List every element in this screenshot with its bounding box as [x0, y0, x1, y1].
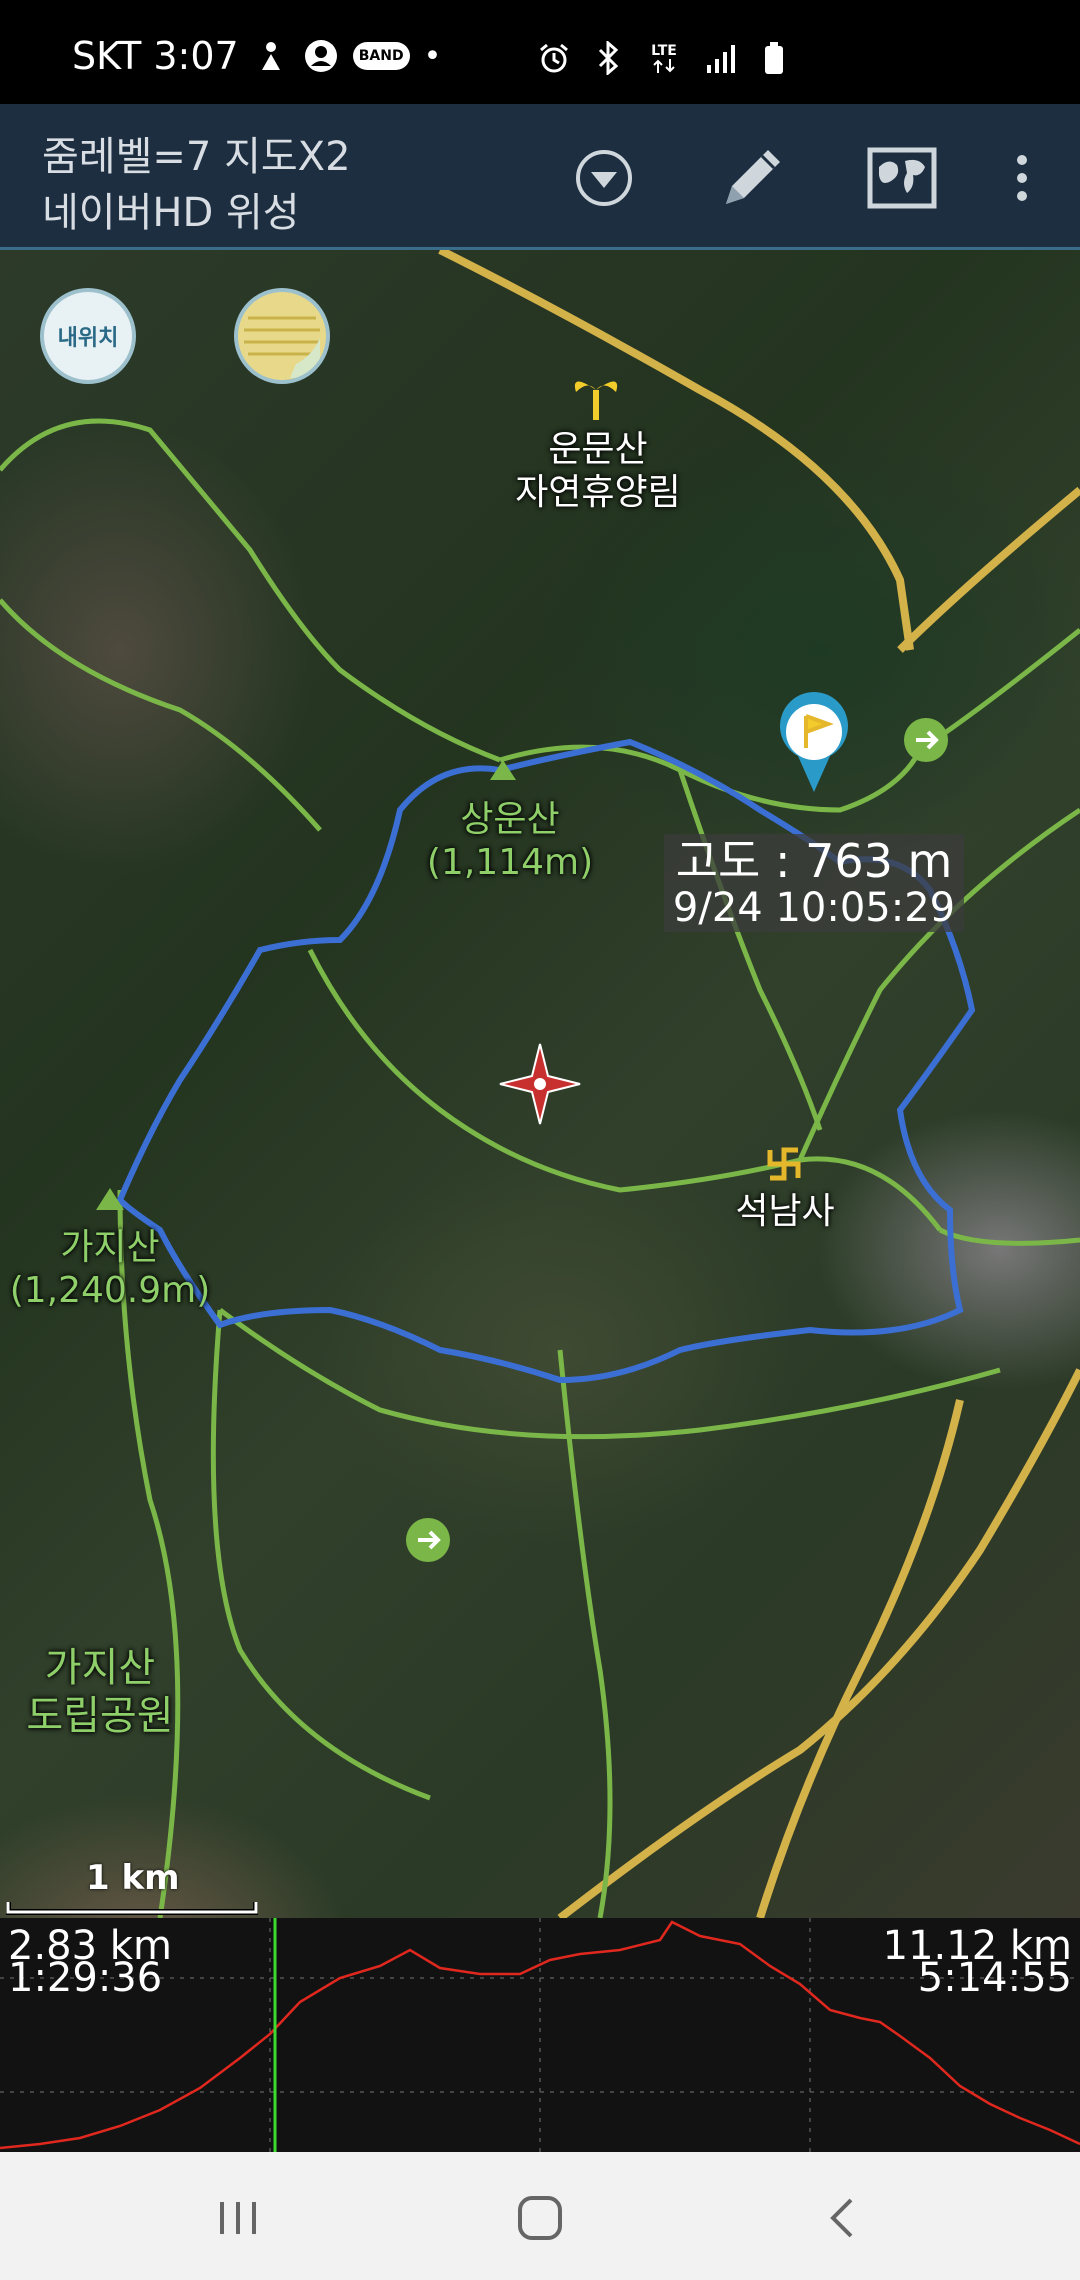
home-button[interactable] [510, 2190, 570, 2246]
altitude-timestamp: 9/24 10:05:29 [672, 885, 956, 931]
profile-right-time: 5:14:55 [917, 1955, 1072, 2001]
map-center-crosshair [499, 1043, 581, 1125]
dropdown-icon [576, 150, 632, 206]
map-source-title: 네이버HD 위성 [42, 190, 300, 236]
back-button[interactable] [812, 2190, 872, 2246]
recents-icon [220, 2202, 256, 2234]
arrow-right-icon [406, 1518, 450, 1562]
layers-icon [242, 296, 322, 378]
altitude-value: 고도 : 763 m [675, 834, 953, 888]
status-right: LTE [536, 40, 792, 76]
label-provincial-park: 가지산 도립공원 [26, 1645, 174, 1739]
label-seoknamsa: 석남사 [735, 1191, 835, 1232]
flag-pin-icon [780, 692, 848, 792]
status-dot: • [423, 38, 442, 74]
battery-icon [756, 40, 792, 76]
label-forest: 운문산 자연휴양림 [515, 429, 681, 514]
profile-left-time: 1:29:36 [8, 1955, 163, 2001]
notification-icon [253, 38, 289, 74]
status-bar: SKT 3:07 BAND • LTE [0, 0, 1080, 104]
more-button[interactable] [984, 140, 1060, 216]
alarm-icon [536, 40, 572, 76]
label-sangunsan: 상운산 (1,114m) [426, 799, 594, 884]
temple-icon [767, 1147, 801, 1181]
home-icon [518, 2196, 562, 2240]
my-location-button[interactable]: 내위치 [40, 288, 136, 384]
dropdown-button[interactable] [566, 140, 642, 216]
bluetooth-icon [590, 40, 626, 76]
elevation-profile[interactable]: 2.83 km 1:29:36 11.12 km 5:14:55 [0, 1918, 1080, 2152]
layer-toggle-button[interactable] [234, 288, 330, 384]
status-time: SKT 3:07 [72, 34, 239, 78]
back-icon [830, 2198, 853, 2238]
map-view[interactable]: 운문산 자연휴양림 상운산 (1,114m) 가지산 (1,240.9m) 석남… [0, 250, 1080, 1918]
system-nav-bar [0, 2152, 1080, 2280]
scale-bar: 1 km [6, 1856, 258, 1918]
scale-label: 1 km [86, 1858, 180, 1898]
zoom-level-title: 줌레벨=7 지도X2 [42, 134, 351, 180]
app-bar: 줌레벨=7 지도X2 네이버HD 위성 [0, 104, 1080, 250]
altitude-popup: 고도 : 763 m 9/24 10:05:29 [664, 834, 964, 932]
account-icon [303, 38, 339, 74]
draw-button[interactable] [714, 140, 790, 216]
more-icon [1017, 155, 1027, 201]
recreation-forest-icon [574, 381, 618, 420]
status-left: SKT 3:07 BAND • [72, 34, 441, 78]
my-location-label: 내위치 [57, 326, 119, 351]
signal-icon [702, 40, 738, 76]
arrow-right-icon [904, 718, 948, 762]
band-icon: BAND [352, 42, 410, 70]
recents-button[interactable] [208, 2190, 268, 2246]
map-layers-button[interactable] [864, 140, 940, 216]
lte-icon: LTE [644, 40, 684, 76]
pencil-icon [726, 150, 780, 204]
map-layers-icon [867, 147, 937, 209]
label-gajisan: 가지산 (1,240.9m) [9, 1227, 211, 1312]
